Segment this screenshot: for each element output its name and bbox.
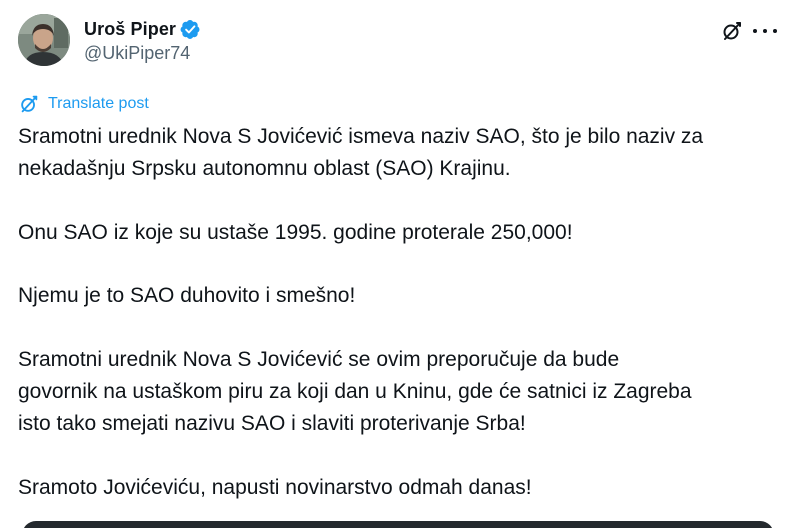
post-line: govornik na ustaškom piru za koji dan u … [18,379,692,403]
post-line: Njemu je to SAO duhovito i smešno! [18,284,356,308]
dot [753,29,757,33]
more-options-icon[interactable] [753,20,777,42]
post-line: Sramotni urednik Nova S Jovićević se ovi… [18,348,620,372]
post-paragraph: Sramoto Jovićeviću, napusti novinarstvo … [18,472,788,504]
post-card: Uroš Piper @UkiPiper74 Translate post Sr… [0,0,799,528]
media-preview[interactable] [22,521,774,528]
post-paragraph: Sramotni urednik Nova S Jovićević se ovi… [18,344,788,439]
translate-post-link[interactable]: Translate post [18,93,149,115]
translate-label: Translate post [48,95,149,112]
post-line: Onu SAO iz koje su ustaše 1995. godine p… [18,220,573,244]
avatar[interactable] [18,14,70,66]
post-line: isto tako smejati nazivu SAO i slaviti p… [18,411,526,435]
user-handle[interactable]: @UkiPiper74 [84,43,201,64]
grok-icon[interactable] [720,19,744,43]
post-line: nekadašnju Srpsku autonomnu oblast (SAO)… [18,156,511,180]
post-paragraph: Onu SAO iz koje su ustaše 1995. godine p… [18,217,788,249]
post-text: Sramotni urednik Nova S Jovićević ismeva… [18,121,788,503]
dot [773,29,777,33]
post-line: Sramotni urednik Nova S Jovićević ismeva… [18,125,704,148]
user-info[interactable]: Uroš Piper @UkiPiper74 [84,18,201,64]
dot [763,29,767,33]
post-line: Sramoto Jovićeviću, napusti novinarstvo … [18,475,532,499]
post-paragraph: Sramotni urednik Nova S Jovićević ismeva… [18,121,788,185]
name-row: Uroš Piper [84,18,201,40]
translate-icon [21,95,38,113]
display-name[interactable]: Uroš Piper [84,19,176,40]
verified-badge-icon[interactable] [180,19,201,40]
post-paragraph: Njemu je to SAO duhovito i smešno! [18,280,788,312]
